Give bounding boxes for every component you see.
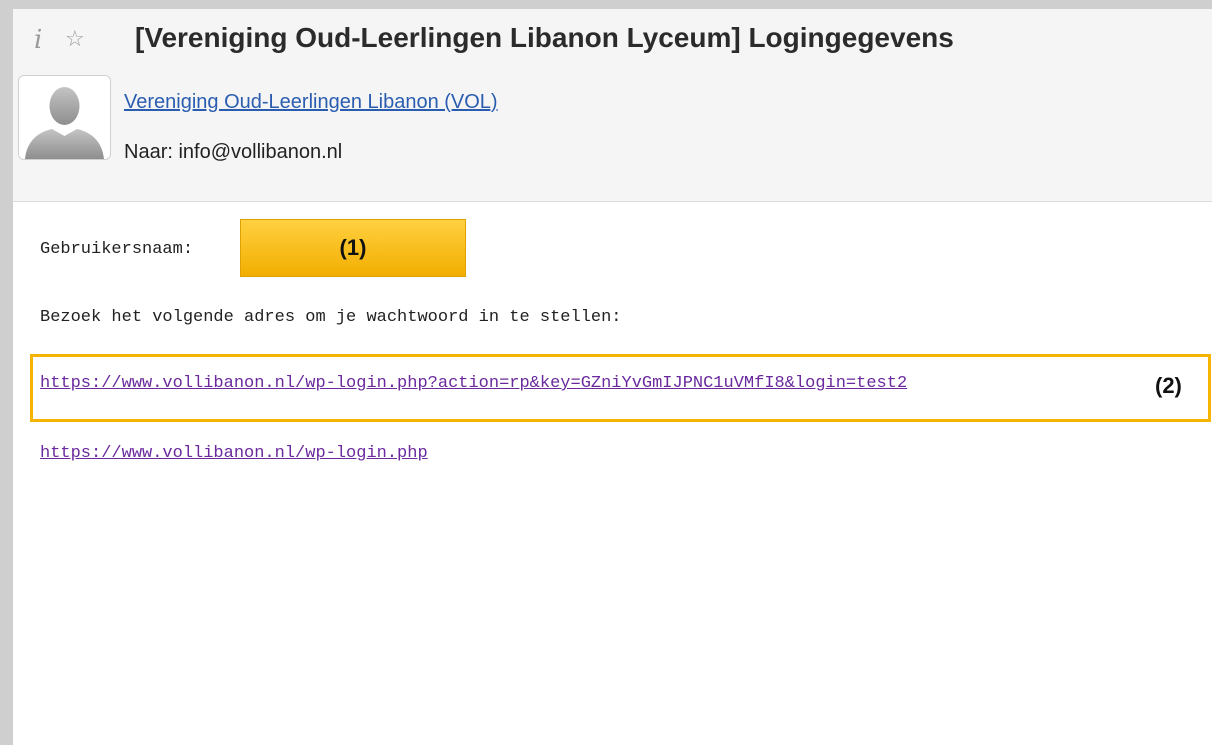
username-highlight: (1) [240,219,466,277]
avatar [18,75,111,160]
user-silhouette-icon [19,76,110,159]
window-frame-top [0,0,1212,9]
window-frame-left [0,0,13,745]
login-link[interactable]: https://www.vollibanon.nl/wp-login.php [40,443,428,465]
annotation-badge-1: (1) [339,235,367,260]
annotation-badge-2: (2) [1155,373,1182,398]
recipient-line: Naar: info@vollibanon.nl [124,141,343,163]
password-reset-link[interactable]: https://www.vollibanon.nl/wp-login.php?a… [40,373,907,395]
username-label: Gebruikersnaam: [40,240,194,259]
email-subject: [Vereniging Oud-Leerlingen Libanon Lyceu… [135,22,954,53]
instruction-text: Bezoek het volgende adres om je wachtwoo… [40,308,622,327]
sender-link[interactable]: Vereniging Oud-Leerlingen Libanon (VOL) [124,90,498,114]
info-icon[interactable]: i [34,20,62,60]
star-icon[interactable]: ☆ [65,22,93,58]
